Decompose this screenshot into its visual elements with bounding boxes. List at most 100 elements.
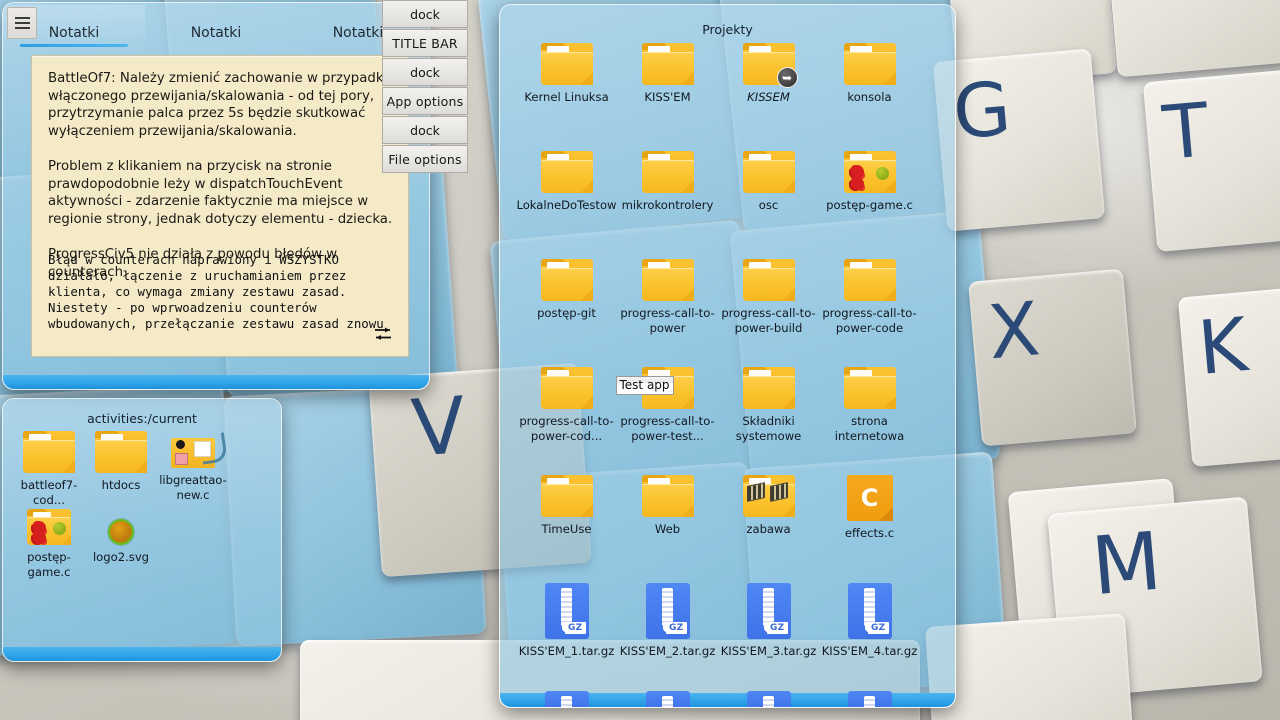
notes-window[interactable]: Notatki Notatki Notatki BattleOf7: Należ…	[2, 2, 430, 390]
icon-label: postęp-game.c	[27, 550, 71, 579]
list-item[interactable]: TimeUse	[516, 475, 617, 583]
dock-button-1[interactable]: dock	[382, 0, 468, 28]
list-item[interactable]: battleof7-cod...	[13, 431, 85, 509]
title-bar-button[interactable]: TITLE BAR	[382, 29, 468, 57]
folder-icon	[843, 367, 896, 409]
list-item[interactable]: GZ KISS'EM_2.tar.gz	[617, 583, 718, 691]
wallpaper-keycap-X: X	[968, 268, 1137, 447]
list-item[interactable]	[718, 691, 819, 707]
archive-format-badge: GZ	[564, 622, 586, 634]
list-item[interactable]: postęp-game.c	[819, 151, 920, 259]
activities-title: activities:/current	[87, 411, 197, 426]
list-item[interactable]: Test app progress-call-to-power-test...	[615, 367, 718, 475]
list-item[interactable]: Kernel Linuksa	[516, 43, 617, 151]
list-item[interactable]: postęp-game.c	[13, 509, 85, 587]
icon-label: postęp-game.c	[826, 198, 913, 212]
folder-icon	[95, 431, 147, 473]
hamburger-menu-icon[interactable]	[7, 7, 37, 39]
archive-icon	[645, 691, 690, 707]
list-item[interactable]: progress-call-to-power	[617, 259, 718, 367]
list-item[interactable]: GZ KISS'EM_3.tar.gz	[718, 583, 819, 691]
list-item[interactable]: ➥ KISSEM	[718, 43, 819, 151]
list-item[interactable]: LokalneDoTestow	[516, 151, 617, 259]
icon-label: htdocs	[101, 478, 141, 492]
note-editor[interactable]: BattleOf7: Należy zmienić zachowanie w p…	[31, 55, 409, 357]
projekty-window[interactable]: Projekty Kernel Linuksa KISS'EM ➥ KISSEM…	[499, 4, 956, 708]
list-item[interactable]: libgreattao-new.c	[157, 431, 229, 509]
icon-label: TimeUse	[541, 522, 592, 536]
folder-icon	[843, 259, 896, 301]
folder-icon	[843, 43, 896, 85]
archive-icon	[746, 691, 791, 707]
list-item[interactable]: logo2.svg	[85, 509, 157, 587]
dock-button-label: dock	[410, 6, 440, 22]
wallpaper-keycap	[925, 613, 1135, 720]
list-item[interactable]: strona internetowa	[819, 367, 920, 475]
file-options-button[interactable]: File options	[382, 145, 468, 173]
folder-icon: Test app	[615, 367, 694, 409]
desktop[interactable]: G T X K M V Notatki Notatki Notatki Batt…	[0, 0, 1280, 720]
icon-label: battleof7-cod...	[20, 478, 78, 507]
c-glyph: C	[860, 484, 879, 512]
list-item[interactable]: zabawa	[718, 475, 819, 583]
dock-button-label: File options	[388, 151, 462, 167]
list-item[interactable]: progress-call-to-power-code	[819, 259, 920, 367]
icon-label: osc	[758, 198, 779, 212]
icon-label: progress-call-to-power-build	[721, 306, 816, 335]
folder-icon	[23, 431, 75, 473]
tab-notatki-2[interactable]: Notatki	[145, 5, 287, 51]
list-item[interactable]: osc	[718, 151, 819, 259]
test-app-tooltip: Test app	[615, 376, 674, 395]
archive-icon: GZ	[847, 583, 892, 639]
folder-icon	[742, 367, 795, 409]
activities-window[interactable]: activities:/current battleof7-cod... htd…	[2, 398, 282, 662]
sliders-icon[interactable]	[374, 326, 392, 342]
archive-format-badge: GZ	[665, 622, 687, 634]
icon-label: Kernel Linuksa	[524, 90, 609, 104]
list-item[interactable]: progress-call-to-power-build	[718, 259, 819, 367]
list-item[interactable]: mikrokontrolery	[617, 151, 718, 259]
folder-icon	[641, 259, 694, 301]
list-item[interactable]: Web	[617, 475, 718, 583]
app-options-button[interactable]: App options	[382, 87, 468, 115]
list-item[interactable]: Składniki systemowe	[718, 367, 819, 475]
icon-label: KISS'EM_2.tar.gz	[619, 644, 716, 658]
tab-label: Notatki	[332, 25, 384, 41]
icon-label: Web	[654, 522, 681, 536]
list-item[interactable]: KISS'EM	[617, 43, 718, 151]
archive-icon	[544, 691, 589, 707]
dock-button-2[interactable]: dock	[382, 58, 468, 86]
tab-label: Notatki	[190, 25, 242, 41]
archive-icon: GZ	[746, 583, 791, 639]
folder-game-icon	[27, 509, 71, 545]
icon-label: Składniki systemowe	[735, 414, 802, 443]
list-item[interactable]: konsola	[819, 43, 920, 151]
list-item[interactable]: postęp-git	[516, 259, 617, 367]
dock-button-label: App options	[386, 93, 464, 109]
list-item[interactable]: progress-call-to-power-cod...	[516, 367, 617, 475]
list-item[interactable]: C effects.c	[819, 475, 920, 583]
note-body-text: BattleOf7: Należy zmienić zachowanie w p…	[48, 71, 393, 280]
icon-label: strona internetowa	[834, 414, 905, 443]
list-item[interactable]: GZ KISS'EM_4.tar.gz	[819, 583, 920, 691]
folder-icon	[641, 43, 694, 85]
notes-tab-bar[interactable]: Notatki Notatki Notatki	[3, 5, 429, 51]
wallpaper-keycap-T: T	[1142, 68, 1280, 252]
list-item[interactable]: GZ KISS'EM_1.tar.gz	[516, 583, 617, 691]
projekty-title: Projekty	[702, 22, 753, 37]
list-item[interactable]	[819, 691, 920, 707]
list-item[interactable]	[617, 691, 718, 707]
list-item[interactable]: htdocs	[85, 431, 157, 509]
list-item[interactable]	[516, 691, 617, 707]
dock-button-stack[interactable]: dock TITLE BAR dock App options dock Fil…	[382, 0, 468, 174]
dock-button-3[interactable]: dock	[382, 116, 468, 144]
projekty-icon-grid[interactable]: Kernel Linuksa KISS'EM ➥ KISSEM konsola …	[516, 43, 940, 707]
icon-label: KISSEM	[747, 90, 790, 104]
icon-label: progress-call-to-power-cod...	[519, 414, 614, 443]
wallpaper-keycap-G: G	[932, 48, 1106, 232]
activities-icon-grid[interactable]: battleof7-cod... htdocs libgreattao-new.…	[13, 431, 273, 587]
icon-label: progress-call-to-power-code	[822, 306, 917, 335]
source-file-icon	[171, 432, 228, 468]
wallpaper-keycap-K: K	[1177, 282, 1280, 468]
archive-icon: GZ	[645, 583, 690, 639]
